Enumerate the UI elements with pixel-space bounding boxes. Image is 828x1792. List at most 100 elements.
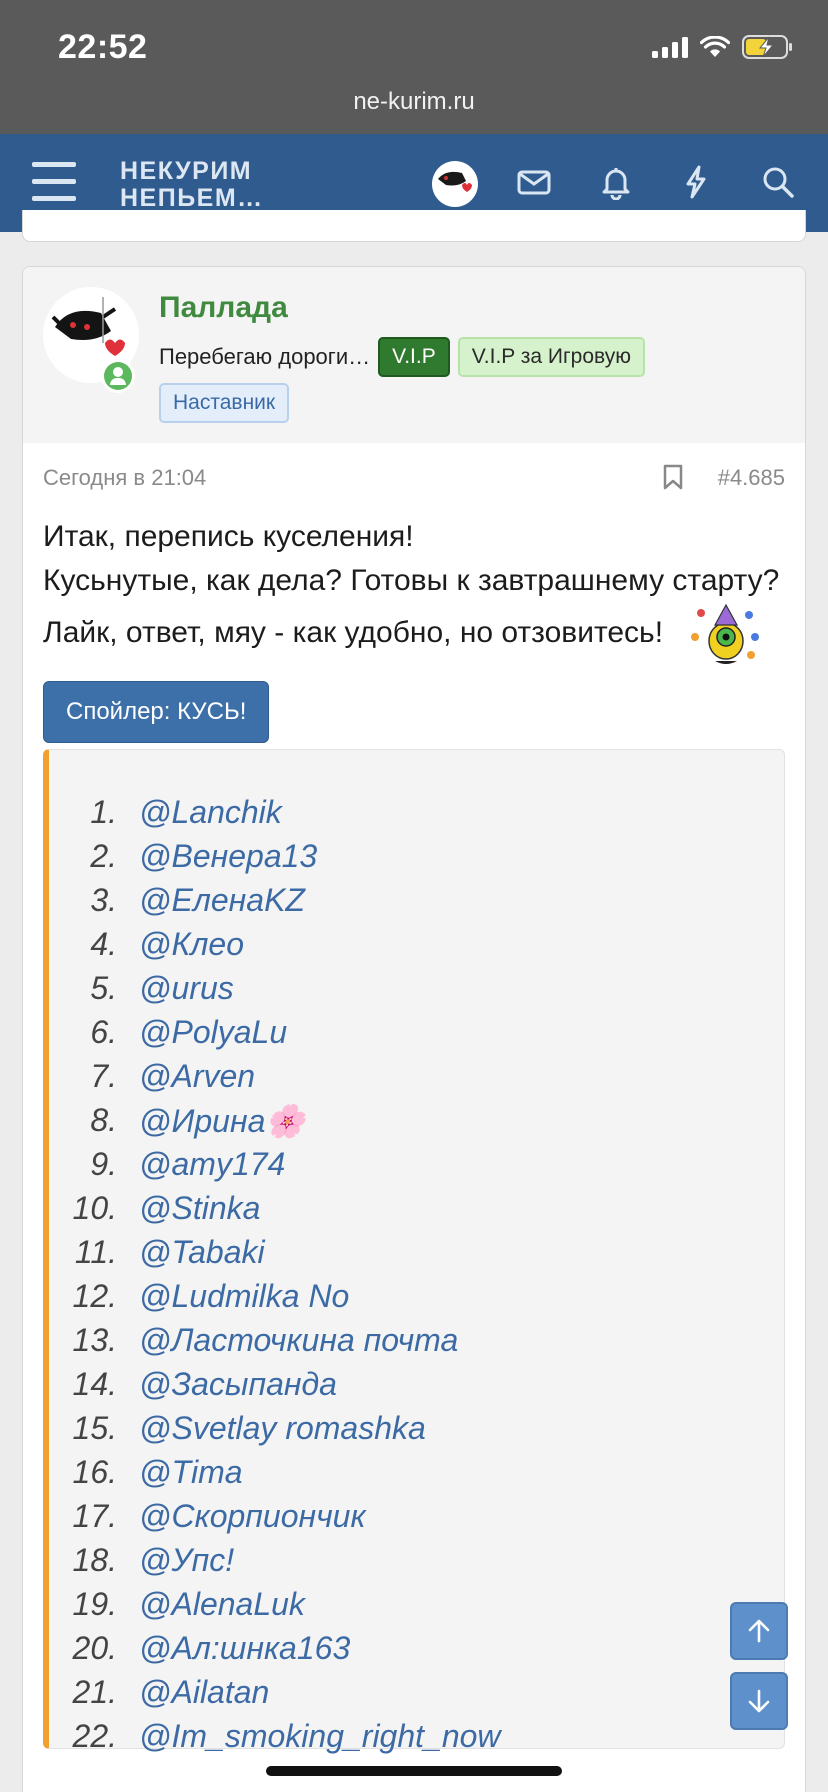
scroll-down-button[interactable] (730, 1672, 788, 1730)
post-text-line-1: Итак, перепись куселения! (43, 520, 414, 553)
list-item: 21. @Ailatan (49, 1674, 501, 1718)
user-mention-link[interactable]: @Засыпанда (139, 1366, 337, 1410)
user-mention-link[interactable]: @Венера13 (139, 838, 317, 882)
list-item-number: 5. (90, 970, 117, 1006)
list-item: 2. @Венера13 (49, 838, 501, 882)
user-mention-link[interactable]: @Ал:шнка163 (139, 1630, 350, 1674)
user-mention-link[interactable]: @ЕленаKZ (139, 882, 305, 926)
list-item-number: 18. (72, 1542, 117, 1578)
battery-charging-icon (742, 34, 794, 60)
user-mention-link[interactable]: @Упс! (139, 1542, 234, 1586)
list-item: 10. @Stinka (49, 1190, 501, 1234)
list-item-number: 14. (72, 1366, 117, 1402)
user-mention-link[interactable]: @Ludmilka No (139, 1278, 349, 1322)
menu-icon[interactable] (32, 162, 76, 202)
list-item: 4. @Клео (49, 926, 501, 970)
site-logo[interactable]: НЕКУРИМ НЕПЬЕМ… (120, 158, 264, 212)
list-item-number: 12. (72, 1278, 117, 1314)
online-status-icon (101, 359, 135, 393)
search-icon[interactable] (760, 164, 800, 204)
user-mention-link[interactable]: @Lanchik (139, 794, 282, 838)
list-item: 14. @Засыпанда (49, 1366, 501, 1410)
spoiler-content: 1. @Lanchik 2. @Венера13 3. @ЕленаKZ 4. @Клео 5.… (43, 749, 785, 1754)
list-item: 6. @PolyaLu (49, 1014, 501, 1058)
post-card: Паллада Перебегаю дороги… V.I.P V.I.P за… (22, 266, 806, 1792)
previous-post-card (22, 210, 806, 242)
list-item: 20. @Ал:шнка163 (49, 1630, 501, 1674)
party-smiley-icon (689, 603, 763, 665)
list-item: 8. @Ирина🌸 (49, 1102, 501, 1146)
list-item-number: 4. (90, 926, 117, 962)
list-item-number: 11. (74, 1234, 117, 1270)
user-mention-link[interactable]: @AlenaLuk (139, 1586, 305, 1630)
scroll-up-button[interactable] (730, 1602, 788, 1660)
list-item-number: 6. (90, 1014, 117, 1050)
vip-badge: V.I.P (378, 337, 450, 377)
envelope-icon[interactable] (516, 164, 556, 204)
list-item-number: 10. (72, 1190, 117, 1226)
user-mention-link[interactable]: @Stinka (139, 1190, 260, 1234)
list-item: 19. @AlenaLuk (49, 1586, 501, 1630)
user-mention-link[interactable]: @Ласточкина почта (139, 1322, 458, 1366)
user-title-row: Перебегаю дороги… V.I.P V.I.P за Игровую (159, 337, 645, 377)
list-item-number: 21. (72, 1674, 117, 1710)
lightning-icon[interactable] (678, 164, 718, 204)
post-meta: Сегодня в 21:04 #4.685 (23, 443, 805, 507)
list-item: 1. @Lanchik (49, 794, 501, 838)
arrow-down-icon (748, 1689, 770, 1713)
list-item-number: 7. (90, 1058, 117, 1094)
list-item: 22. @Im_smoking_right_now (49, 1718, 501, 1762)
list-item: 11. @Tabaki (49, 1234, 501, 1278)
post-user-block: Паллада Перебегаю дороги… V.I.P V.I.P за… (23, 267, 805, 443)
list-item: 18. @Упс! (49, 1542, 501, 1586)
user-mention-link[interactable]: @Ailatan (139, 1674, 269, 1718)
author-name[interactable]: Паллада (159, 291, 288, 325)
mention-list: 1. @Lanchik 2. @Венера13 3. @ЕленаKZ 4. @Клео 5.… (49, 794, 501, 1762)
status-bar: 22:52 ne-kurim.ru (0, 0, 828, 134)
url-bar[interactable]: ne-kurim.ru (0, 88, 828, 116)
avatar[interactable] (432, 161, 478, 207)
list-item-number: 19. (72, 1586, 117, 1622)
list-item: 17. @Скорпиончик (49, 1498, 501, 1542)
post-number[interactable]: #4.685 (718, 465, 785, 491)
logo-line-1: НЕКУРИМ (120, 157, 253, 185)
user-mention-link[interactable]: @amy174 (139, 1146, 285, 1190)
list-item-number: 8. (90, 1102, 117, 1138)
user-mention-link[interactable]: @Клео (139, 926, 244, 970)
list-item-number: 3. (90, 882, 117, 918)
list-item: 5. @urus (49, 970, 501, 1014)
user-mention-link[interactable]: @PolyaLu (139, 1014, 287, 1058)
bell-icon[interactable] (598, 164, 638, 204)
bookmark-icon[interactable] (661, 463, 685, 491)
status-icons (652, 34, 794, 60)
list-item: 15. @Svetlay romashka (49, 1410, 501, 1454)
list-item-number: 1. (90, 794, 117, 830)
logo-line-2: НЕПЬЕМ… (120, 184, 264, 212)
post-body: Итак, перепись куселения! Кусьнутые, как… (23, 507, 805, 665)
user-mention-link[interactable]: @Arven (139, 1058, 255, 1102)
wifi-icon (700, 36, 730, 58)
list-item-number: 22. (72, 1718, 117, 1754)
list-item: 3. @ЕленаKZ (49, 882, 501, 926)
user-mention-link[interactable]: @Скорпиончик (139, 1498, 366, 1542)
user-title: Перебегаю дороги… (159, 344, 371, 369)
post-text-line-2: Кусьнутые, как дела? Готовы к завтрашнем… (43, 564, 780, 649)
user-mention-link[interactable]: @Svetlay romashka (139, 1410, 426, 1454)
user-mention-link[interactable]: @Ирина🌸 (139, 1102, 305, 1146)
post-date[interactable]: Сегодня в 21:04 (43, 465, 206, 491)
user-mention-link[interactable]: @Тima (139, 1454, 243, 1498)
signal-icon (652, 36, 688, 58)
status-time: 22:52 (58, 28, 148, 66)
list-item: 12. @Ludmilka No (49, 1278, 501, 1322)
mentor-badge: Наставник (159, 383, 290, 423)
list-item: 16. @Тima (49, 1454, 501, 1498)
user-mention-link[interactable]: @Im_smoking_right_now (139, 1718, 501, 1762)
vip-game-badge: V.I.P за Игровую (457, 337, 645, 377)
user-mention-link[interactable]: @urus (139, 970, 234, 1014)
user-mention-link[interactable]: @Tabaki (139, 1234, 265, 1278)
list-item: 7. @Arven (49, 1058, 501, 1102)
list-item: 9. @amy174 (49, 1146, 501, 1190)
list-item-number: 15. (72, 1410, 117, 1446)
spoiler-button[interactable]: Спойлер: КУСЬ! (43, 681, 270, 743)
list-item-number: 17. (72, 1498, 117, 1534)
